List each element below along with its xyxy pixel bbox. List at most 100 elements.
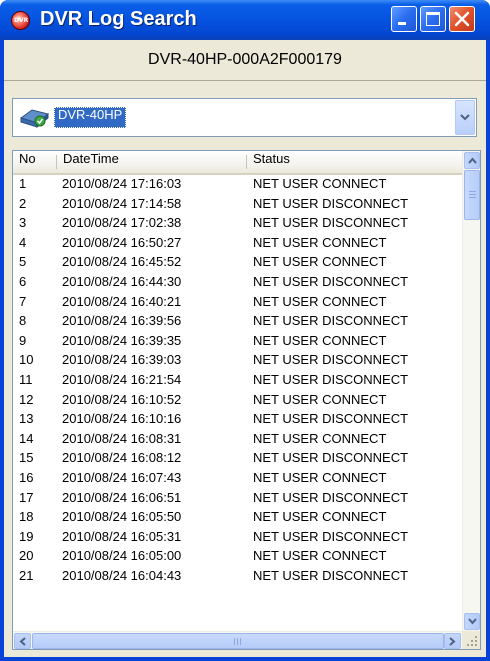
device-name: DVR-40HP-000A2F000179 (148, 51, 342, 68)
cell-no: 19 (19, 528, 34, 544)
cell-status: NET USER DISCONNECT (253, 215, 409, 231)
vertical-scrollbar[interactable] (462, 151, 480, 631)
cell-no: 5 (19, 254, 27, 270)
chevron-right-icon (449, 637, 456, 646)
close-button[interactable] (449, 6, 475, 32)
cell-status: NET USER CONNECT (253, 391, 387, 407)
cell-datetime: 2010/08/24 16:05:50 (62, 509, 182, 525)
table-row[interactable]: 13 2010/08/24 16:10:16 NET USER DISCONNECT (13, 410, 462, 430)
table-row[interactable]: 2 2010/08/24 17:14:58 NET USER DISCONNECT (13, 195, 462, 215)
log-list[interactable]: No DateTime Status 1 2010/08/24 17:16:03 N… (12, 150, 481, 650)
table-row[interactable]: 1 2010/08/24 17:16:03 NET USER CONNECT (13, 175, 462, 195)
table-row[interactable]: 10 2010/08/24 16:39:03 NET USER DISCONNECT (13, 351, 462, 371)
size-grip[interactable] (462, 631, 480, 649)
table-row[interactable]: 15 2010/08/24 16:08:12 NET USER DISCONNECT (13, 449, 462, 469)
cell-datetime: 2010/08/24 17:02:38 (62, 215, 182, 231)
table-row[interactable]: 11 2010/08/24 16:21:54 NET USER DISCONNECT (13, 371, 462, 391)
scroll-up-button[interactable] (464, 152, 480, 169)
table-row[interactable]: 7 2010/08/24 16:40:21 NET USER CONNECT (13, 293, 462, 313)
cell-datetime: 2010/08/24 16:21:54 (62, 371, 182, 387)
maximize-icon (426, 12, 440, 26)
cell-no: 4 (19, 234, 27, 250)
cell-no: 20 (19, 548, 34, 564)
minimize-button[interactable] (391, 6, 417, 32)
cell-no: 15 (19, 450, 34, 466)
cell-status: NET USER CONNECT (253, 469, 387, 485)
cell-datetime: 2010/08/24 16:08:12 (62, 450, 182, 466)
table-row[interactable]: 14 2010/08/24 16:08:31 NET USER CONNECT (13, 430, 462, 450)
cell-status: NET USER CONNECT (253, 548, 387, 564)
dvr-app-icon[interactable]: DVR (11, 11, 30, 30)
title-bar[interactable]: DVR DVR Log Search (0, 0, 490, 40)
cell-status: NET USER CONNECT (253, 293, 387, 309)
cell-datetime: 2010/08/24 16:39:03 (62, 352, 182, 368)
cell-no: 7 (19, 293, 27, 309)
device-select-dropdown-button[interactable] (455, 100, 475, 135)
cell-datetime: 2010/08/24 16:44:30 (62, 273, 182, 289)
horizontal-scroll-thumb[interactable] (32, 633, 444, 649)
cell-status: NET USER CONNECT (253, 430, 387, 446)
cell-status: NET USER DISCONNECT (253, 450, 409, 466)
cell-no: 3 (19, 215, 27, 231)
cell-status: NET USER DISCONNECT (253, 528, 409, 544)
cell-status: NET USER CONNECT (253, 234, 387, 250)
cell-no: 11 (19, 371, 33, 387)
cell-status: NET USER CONNECT (253, 332, 387, 348)
cell-datetime: 2010/08/24 16:05:31 (62, 528, 182, 544)
cell-datetime: 2010/08/24 16:45:52 (62, 254, 182, 270)
table-row[interactable]: 3 2010/08/24 17:02:38 NET USER DISCONNECT (13, 214, 462, 234)
column-header-datetime[interactable]: DateTime (57, 151, 247, 173)
scroll-down-button[interactable] (464, 613, 480, 630)
cell-datetime: 2010/08/24 16:04:43 (62, 567, 182, 583)
client-area: DVR-40HP-000A2F000179 DVR-40HP No DateTi… (4, 40, 486, 657)
cell-status: NET USER DISCONNECT (253, 352, 409, 368)
cell-no: 17 (19, 489, 34, 505)
scroll-right-button[interactable] (444, 633, 461, 649)
cell-datetime: 2010/08/24 16:08:31 (62, 430, 182, 446)
table-row[interactable]: 19 2010/08/24 16:05:31 NET USER DISCONNECT (13, 528, 462, 548)
table-row[interactable]: 21 2010/08/24 16:04:43 NET USER DISCONNECT (13, 567, 462, 587)
cell-status: NET USER DISCONNECT (253, 273, 409, 289)
cell-no: 13 (19, 411, 34, 427)
dvr-device-icon (19, 109, 50, 129)
column-header-status[interactable]: Status (247, 151, 462, 173)
table-row[interactable]: 9 2010/08/24 16:39:35 NET USER CONNECT (13, 332, 462, 352)
cell-datetime: 2010/08/24 17:14:58 (62, 195, 182, 211)
cell-no: 10 (19, 352, 34, 368)
dvr-log-search-window: DVR DVR Log Search DVR-40HP-000A2F000179… (0, 0, 490, 661)
cell-datetime: 2010/08/24 16:39:56 (62, 313, 182, 329)
cell-no: 8 (19, 313, 27, 329)
cell-datetime: 2010/08/24 16:05:00 (62, 548, 182, 564)
close-icon (454, 11, 470, 27)
cell-no: 9 (19, 332, 27, 348)
vertical-scroll-thumb[interactable] (464, 170, 480, 220)
cell-no: 14 (19, 430, 34, 446)
table-row[interactable]: 4 2010/08/24 16:50:27 NET USER CONNECT (13, 234, 462, 254)
table-row[interactable]: 12 2010/08/24 16:10:52 NET USER CONNECT (13, 391, 462, 411)
horizontal-scrollbar[interactable] (13, 631, 462, 649)
cell-datetime: 2010/08/24 16:06:51 (62, 489, 182, 505)
column-header-no[interactable]: No (13, 151, 57, 173)
table-row[interactable]: 17 2010/08/24 16:06:51 NET USER DISCONNECT (13, 489, 462, 509)
cell-datetime: 2010/08/24 16:39:35 (62, 332, 182, 348)
device-select[interactable]: DVR-40HP (12, 98, 477, 137)
table-row[interactable]: 8 2010/08/24 16:39:56 NET USER DISCONNECT (13, 312, 462, 332)
chevron-left-icon (19, 637, 26, 646)
cell-status: NET USER CONNECT (253, 254, 387, 270)
cell-no: 2 (19, 195, 27, 211)
table-row[interactable]: 16 2010/08/24 16:07:43 NET USER CONNECT (13, 469, 462, 489)
window-title: DVR Log Search (40, 8, 197, 30)
maximize-button[interactable] (420, 6, 446, 32)
cell-datetime: 2010/08/24 16:10:52 (62, 391, 182, 407)
cell-datetime: 2010/08/24 17:16:03 (62, 176, 182, 191)
log-rows: 1 2010/08/24 17:16:03 NET USER CONNECT 2 201… (13, 175, 462, 586)
scroll-left-button[interactable] (14, 633, 31, 649)
cell-datetime: 2010/08/24 16:50:27 (62, 234, 182, 250)
cell-status: NET USER DISCONNECT (253, 195, 409, 211)
chevron-down-icon (468, 618, 477, 625)
cell-no: 12 (19, 391, 34, 407)
table-row[interactable]: 6 2010/08/24 16:44:30 NET USER DISCONNECT (13, 273, 462, 293)
table-row[interactable]: 18 2010/08/24 16:05:50 NET USER CONNECT (13, 508, 462, 528)
table-row[interactable]: 20 2010/08/24 16:05:00 NET USER CONNECT (13, 547, 462, 567)
table-row[interactable]: 5 2010/08/24 16:45:52 NET USER CONNECT (13, 253, 462, 273)
